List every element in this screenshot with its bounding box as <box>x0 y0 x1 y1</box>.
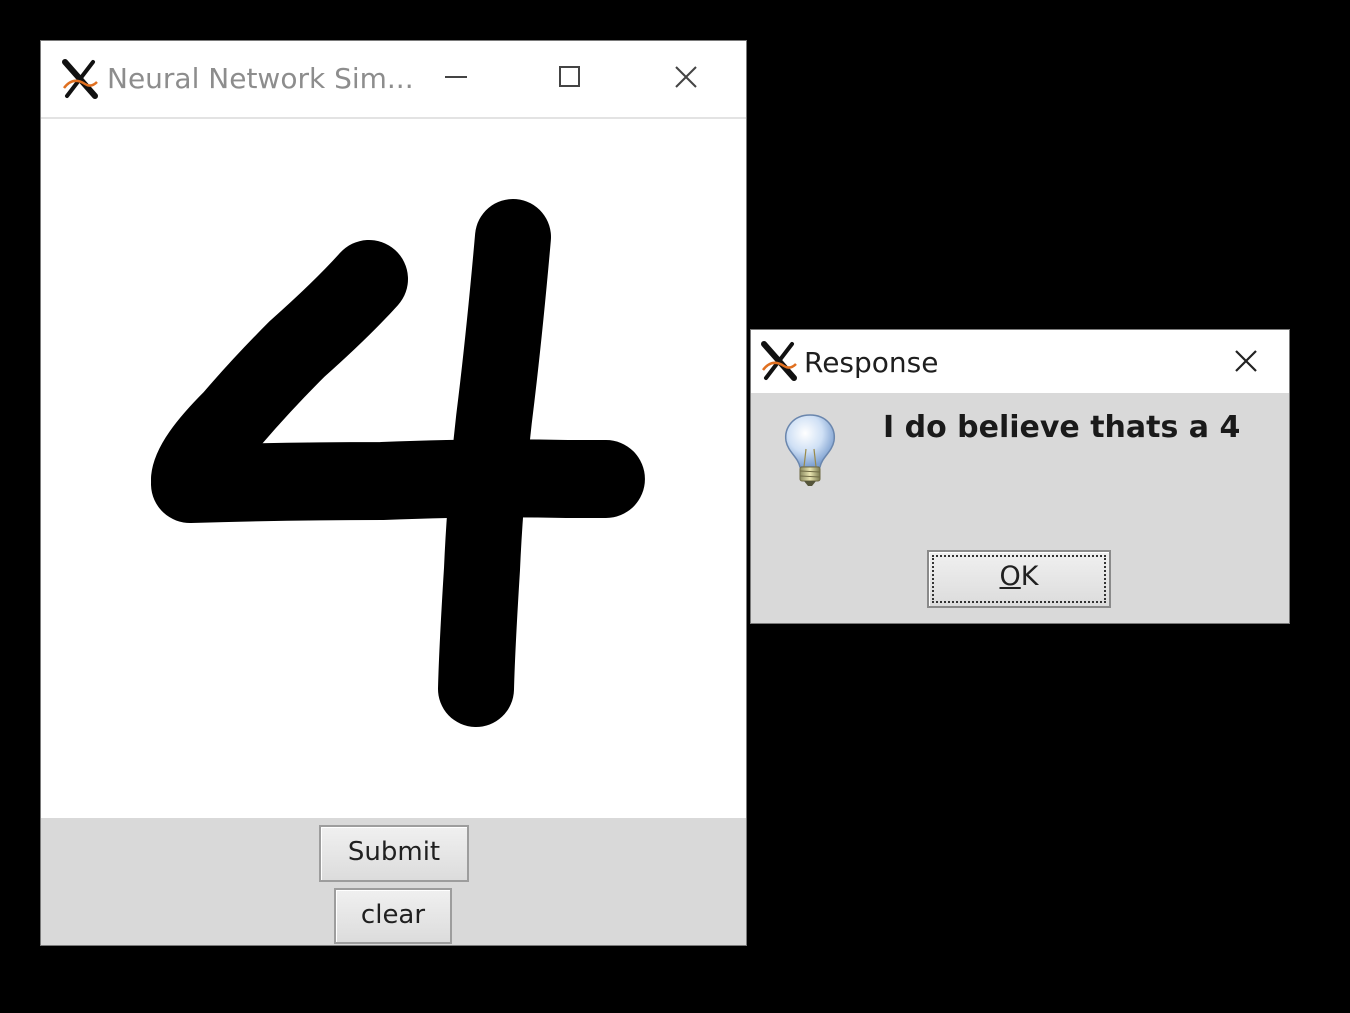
neural-network-window: Neural Network Sim... Submit clear <box>40 40 747 946</box>
x11-app-icon <box>761 341 797 381</box>
ok-mnemonic: O <box>999 561 1021 592</box>
minimize-icon[interactable] <box>436 57 476 97</box>
ok-button[interactable]: OK <box>927 550 1111 608</box>
drawing-canvas[interactable] <box>42 119 745 817</box>
dialog-titlebar[interactable]: Response <box>751 330 1289 393</box>
button-panel: Submit clear <box>41 818 746 945</box>
window-title: Neural Network Sim... <box>107 62 414 95</box>
dialog-title: Response <box>804 346 939 379</box>
dialog-body: I do believe thats a 4 OK <box>751 393 1289 623</box>
handwritten-digit-drawing <box>151 199 645 727</box>
submit-button[interactable]: Submit <box>319 825 469 882</box>
response-dialog: Response I do believe thats a 4 OK <box>750 329 1290 624</box>
response-message: I do believe thats a 4 <box>883 410 1241 445</box>
maximize-icon[interactable] <box>550 57 590 97</box>
clear-button[interactable]: clear <box>334 888 452 944</box>
ok-label-rest: K <box>1020 561 1039 592</box>
close-icon[interactable] <box>1226 341 1266 381</box>
lightbulb-icon <box>785 414 835 486</box>
main-titlebar[interactable]: Neural Network Sim... <box>41 41 746 119</box>
x11-app-icon <box>62 59 98 99</box>
close-icon[interactable] <box>666 57 706 97</box>
